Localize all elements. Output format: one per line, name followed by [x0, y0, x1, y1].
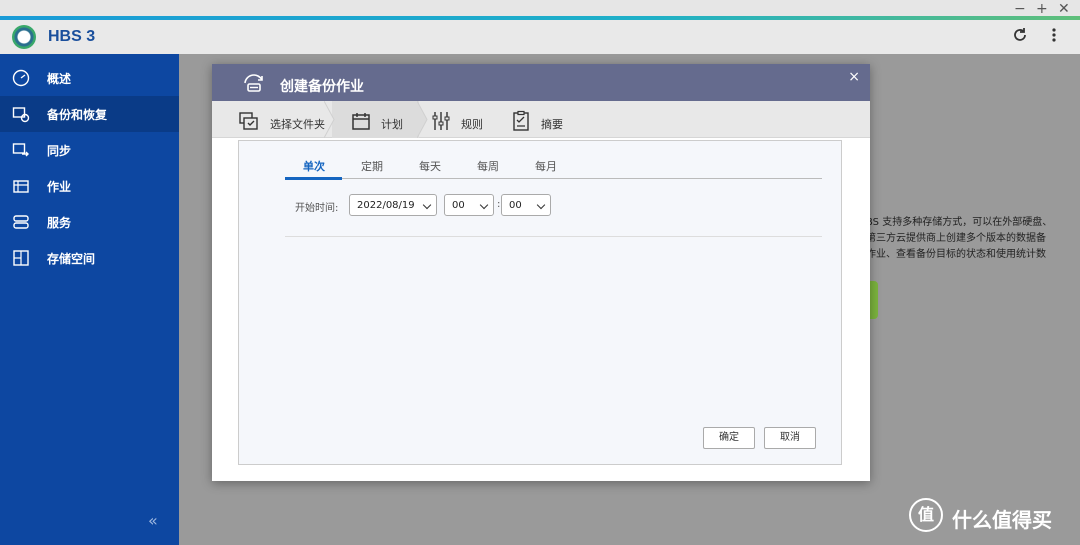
tab-weekly[interactable]: 每周: [477, 158, 499, 174]
step-rules[interactable]: 规则: [424, 101, 504, 138]
minute-value: 00: [509, 200, 522, 211]
divider: [285, 236, 822, 237]
backup-restore-icon: [12, 107, 30, 123]
tab-monthly[interactable]: 每月: [535, 158, 557, 174]
description-line: 作业、查看备份目标的状态和使用统计数: [866, 249, 1046, 260]
tab-once[interactable]: 单次: [303, 158, 325, 174]
sidebar-item-jobs[interactable]: 作业: [0, 168, 179, 204]
sidebar-item-label: 作业: [47, 180, 72, 194]
sliders-icon: [432, 112, 450, 130]
sidebar-item-backup-restore[interactable]: 备份和恢复: [0, 96, 179, 132]
app-title: HBS 3: [48, 28, 96, 45]
step-label: 选择文件夹: [270, 118, 325, 131]
start-time-label: 开始时间:: [295, 203, 339, 214]
refresh-icon[interactable]: [1012, 27, 1028, 47]
chevron-down-icon: [479, 200, 489, 210]
date-select[interactable]: 2022/08/19: [349, 194, 437, 216]
watermark-logo: 值: [909, 498, 943, 532]
tab-periodic[interactable]: 定期: [361, 158, 383, 174]
step-label: 摘要: [541, 118, 563, 131]
hbs-logo-icon: [12, 25, 36, 49]
step-label: 规则: [461, 118, 483, 131]
sidebar-item-storage[interactable]: 存储空间: [0, 240, 179, 276]
service-icon: [13, 215, 29, 229]
sidebar: 概述 备份和恢复 同步 作业 服务 存储空间 «: [0, 54, 179, 545]
chevron-down-icon: [422, 200, 432, 210]
sidebar-item-label: 备份和恢复: [47, 108, 108, 122]
job-icon: [13, 180, 29, 193]
time-separator: :: [497, 199, 501, 210]
step-select-folders[interactable]: 选择文件夹: [212, 101, 330, 138]
gauge-icon: [12, 69, 30, 87]
maximize-button[interactable]: +: [1036, 1, 1048, 17]
app-header: HBS 3: [0, 20, 1080, 54]
sidebar-item-sync[interactable]: 同步: [0, 132, 179, 168]
chevron-down-icon: [536, 200, 546, 210]
date-value: 2022/08/19: [357, 200, 415, 211]
description-line: 第三方云提供商上创建多个版本的数据备: [866, 233, 1046, 244]
window-titlebar: − + ✕: [0, 0, 1080, 20]
dialog-title: 创建备份作业: [280, 79, 364, 95]
minute-select[interactable]: 00: [501, 194, 551, 216]
cancel-button[interactable]: 取消: [764, 427, 816, 449]
sidebar-item-label: 存储空间: [47, 252, 96, 266]
schedule-dialog: 单次 定期 每天 每周 每月 开始时间: 2022/08/19 00 : 00 …: [238, 140, 842, 465]
sidebar-item-services[interactable]: 服务: [0, 204, 179, 240]
schedule-tabs: 单次 定期 每天 每周 每月: [285, 151, 822, 180]
folders-icon: [239, 112, 258, 130]
backup-disk-icon: [244, 74, 263, 92]
wizard-steps: 选择文件夹 计划 规则 摘要: [212, 101, 870, 138]
ok-button[interactable]: 确定: [703, 427, 755, 449]
sidebar-item-label: 同步: [47, 144, 72, 158]
step-summary[interactable]: 摘要: [508, 101, 588, 138]
storage-icon: [13, 250, 29, 266]
description-line: BS 支持多种存储方式，可以在外部硬盘、: [866, 217, 1053, 228]
sidebar-item-label: 服务: [47, 216, 72, 230]
collapse-sidebar-button[interactable]: «: [148, 511, 158, 530]
sync-icon: [12, 143, 29, 157]
dialog-header: 创建备份作业 ×: [212, 64, 870, 101]
sidebar-item-overview[interactable]: 概述: [0, 60, 179, 96]
watermark-text: 什么值得买: [952, 508, 1052, 532]
hour-select[interactable]: 00: [444, 194, 494, 216]
close-window-button[interactable]: ✕: [1058, 1, 1070, 17]
calendar-icon: [352, 113, 370, 130]
step-label: 计划: [381, 118, 403, 131]
more-vertical-icon[interactable]: [1050, 27, 1058, 47]
minimize-button[interactable]: −: [1014, 1, 1026, 17]
clipboard-icon: [513, 110, 529, 131]
hour-value: 00: [452, 200, 465, 211]
dialog-close-button[interactable]: ×: [848, 69, 860, 85]
active-tab-indicator: [285, 177, 342, 180]
step-schedule[interactable]: 计划: [334, 101, 419, 138]
sidebar-item-label: 概述: [47, 72, 72, 86]
tab-daily[interactable]: 每天: [419, 158, 441, 174]
